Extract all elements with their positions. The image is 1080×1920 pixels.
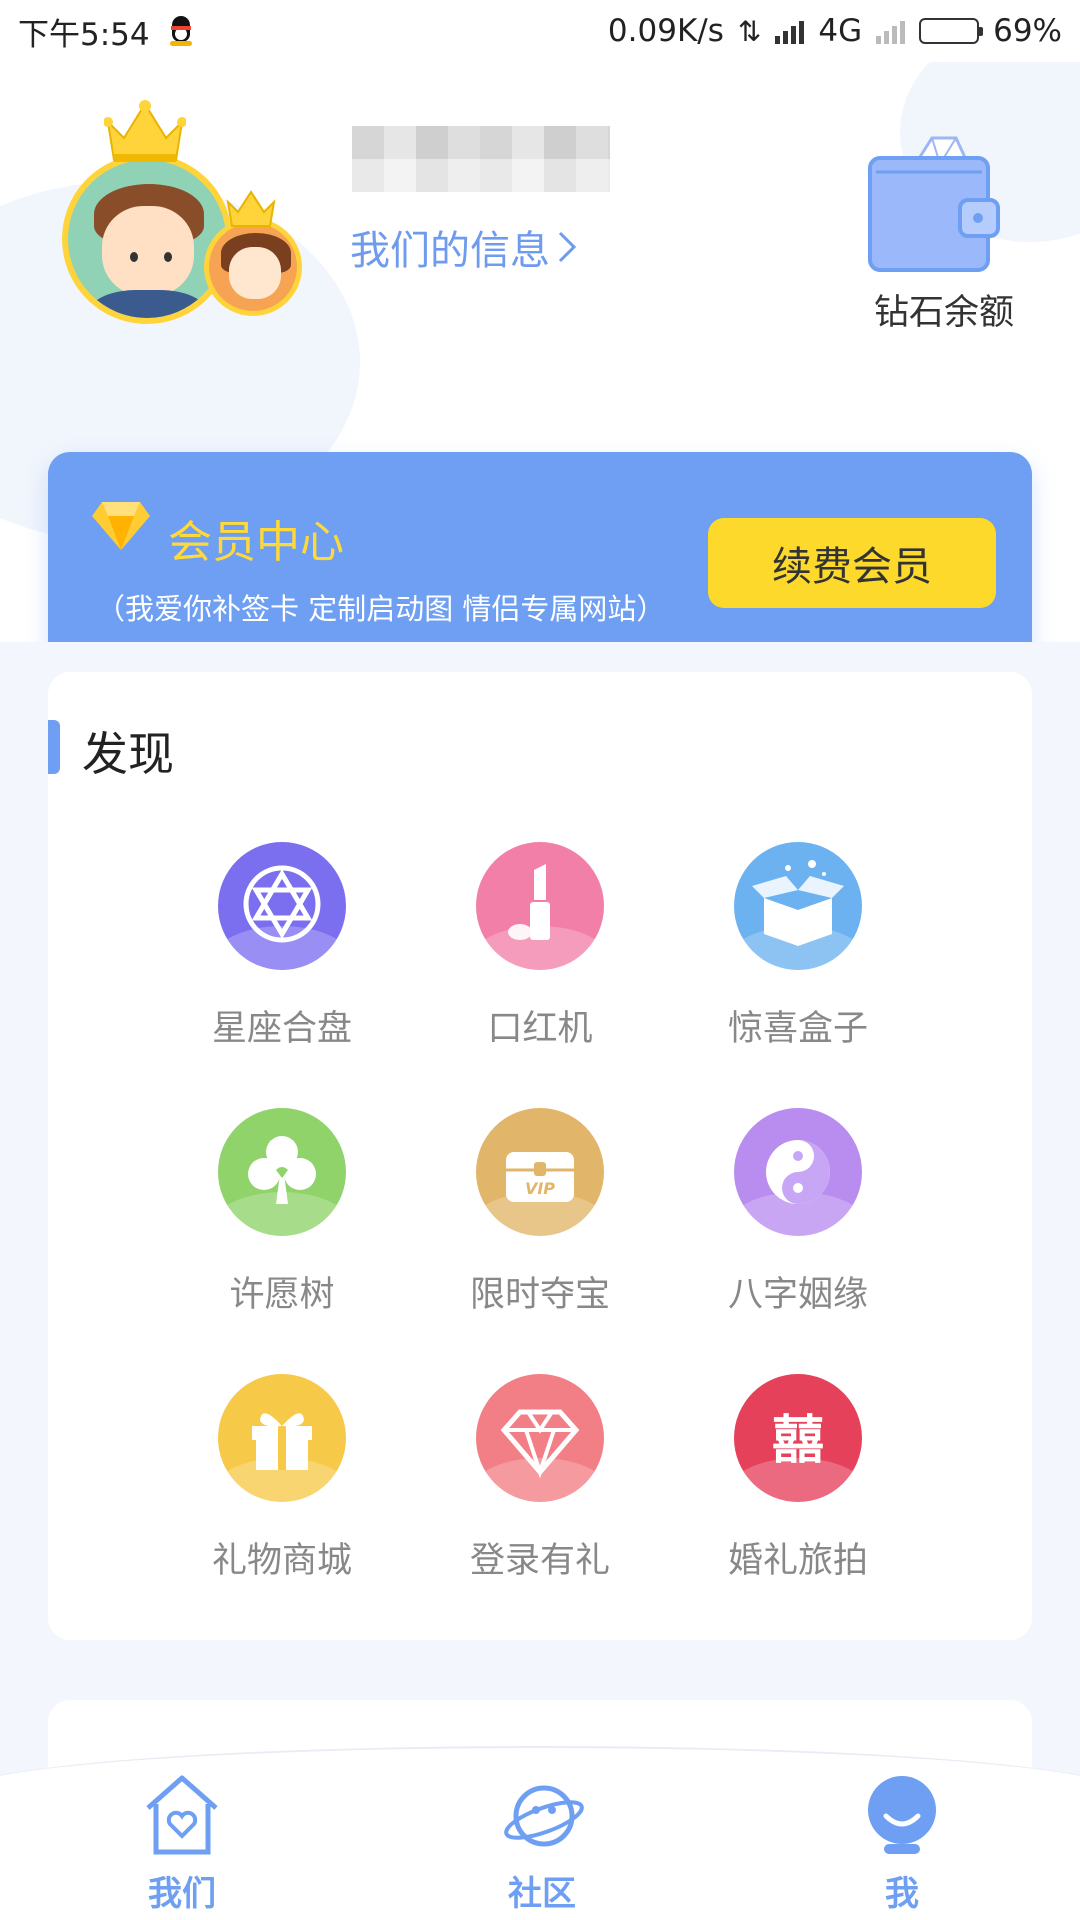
discover-item-horoscope[interactable]: 星座合盘 bbox=[162, 842, 402, 1072]
nav-tab-me[interactable]: 我 bbox=[822, 1770, 982, 1914]
discover-item-wedding-photo[interactable]: 囍 婚礼旅拍 bbox=[678, 1374, 918, 1604]
wallet-balance-label: 钻石余额 bbox=[874, 293, 1015, 333]
nav-label: 我们 bbox=[148, 1874, 216, 1914]
planet-icon bbox=[504, 1785, 584, 1847]
username-blurred bbox=[352, 126, 610, 192]
status-bar: 下午5:54 0.09K/s ⇅ 4G 69% bbox=[0, 0, 1080, 62]
signal-icon bbox=[775, 18, 805, 44]
gift-icon bbox=[252, 1413, 312, 1470]
diamond-icon bbox=[500, 1409, 580, 1479]
discover-item-lipstick[interactable]: 口红机 bbox=[420, 842, 660, 1072]
chevron-right-icon bbox=[558, 231, 577, 263]
lipstick-icon bbox=[508, 864, 550, 940]
discover-item-label: 许愿树 bbox=[229, 1275, 335, 1315]
discover-item-label: 礼物商城 bbox=[211, 1541, 352, 1581]
network-type: 4G bbox=[818, 13, 863, 49]
svg-text:VIP: VIP bbox=[525, 1179, 555, 1198]
discover-item-treasure[interactable]: VIP 限时夺宝 bbox=[420, 1108, 660, 1338]
discover-item-label: 惊喜盒子 bbox=[727, 1009, 868, 1049]
wallet-icon bbox=[868, 136, 1000, 272]
discover-section: 发现 星座合盘 口红机 惊喜盒子 许愿树 VIP 限时夺宝 八字姻缘 礼物商城 … bbox=[48, 672, 1032, 1640]
member-center-title: 会员中心 bbox=[168, 517, 344, 568]
discover-item-wish-tree[interactable]: 许愿树 bbox=[162, 1108, 402, 1338]
discover-item-label: 八字姻缘 bbox=[727, 1275, 868, 1315]
profile-icon bbox=[868, 1776, 936, 1854]
svg-text:囍: 囍 bbox=[772, 1411, 824, 1471]
our-info-link[interactable]: 我们的信息 bbox=[350, 218, 578, 276]
network-speed: 0.09K/s bbox=[607, 13, 724, 49]
qq-icon bbox=[166, 14, 196, 48]
discover-item-bazi[interactable]: 八字姻缘 bbox=[678, 1108, 918, 1338]
star-of-david-icon bbox=[243, 865, 321, 943]
crown-icon bbox=[104, 100, 186, 162]
double-happiness-icon: 囍 bbox=[772, 1411, 824, 1471]
discover-item-label: 登录有礼 bbox=[469, 1541, 610, 1581]
discover-item-label: 限时夺宝 bbox=[469, 1275, 610, 1315]
discover-item-label: 星座合盘 bbox=[211, 1009, 352, 1049]
partner-avatar[interactable] bbox=[204, 218, 302, 316]
battery-icon bbox=[919, 18, 984, 44]
crown-icon bbox=[226, 190, 276, 227]
member-center-card[interactable]: 会员中心 （我爱你补签卡 定制启动图 情侣专属网站） 续费会员 bbox=[48, 452, 1032, 642]
secondary-signal-icon bbox=[876, 18, 906, 44]
profile-header: 我们的信息 钻石余额 会员中心 （我爱你补签卡 定制启动图 情侣专属网站） 续费… bbox=[0, 62, 1080, 642]
nav-tab-us[interactable]: 我们 bbox=[102, 1770, 262, 1914]
nav-tab-community[interactable]: 社区 bbox=[462, 1770, 622, 1914]
data-transfer-icon: ⇅ bbox=[737, 14, 762, 48]
discover-item-label: 口红机 bbox=[487, 1009, 593, 1049]
discover-grid: 星座合盘 口红机 惊喜盒子 许愿树 VIP 限时夺宝 八字姻缘 礼物商城 登录有… bbox=[48, 672, 1032, 1640]
discover-item-label: 婚礼旅拍 bbox=[727, 1541, 868, 1581]
diamond-icon bbox=[92, 502, 150, 550]
nav-label: 社区 bbox=[508, 1874, 576, 1914]
status-time: 下午5:54 bbox=[18, 16, 150, 53]
member-benefits-text: （我爱你补签卡 定制启动图 情侣专属网站） bbox=[96, 592, 666, 626]
yin-yang-icon bbox=[766, 1140, 830, 1204]
nav-label: 我 bbox=[885, 1874, 919, 1914]
house-heart-icon bbox=[146, 1775, 218, 1855]
battery-percent: 69% bbox=[993, 13, 1062, 49]
gift-box-open-icon bbox=[752, 860, 844, 946]
discover-item-login-reward[interactable]: 登录有礼 bbox=[420, 1374, 660, 1604]
renew-membership-button[interactable]: 续费会员 bbox=[708, 518, 996, 608]
clover-icon bbox=[248, 1136, 316, 1204]
our-info-label: 我们的信息 bbox=[350, 228, 550, 274]
discover-item-surprise-box[interactable]: 惊喜盒子 bbox=[678, 842, 918, 1072]
vip-chest-icon: VIP bbox=[506, 1152, 574, 1202]
discover-item-gift-mall[interactable]: 礼物商城 bbox=[162, 1374, 402, 1604]
bottom-navigation: 我们 社区 我 bbox=[0, 1746, 1080, 1920]
user-avatar[interactable] bbox=[62, 154, 232, 324]
